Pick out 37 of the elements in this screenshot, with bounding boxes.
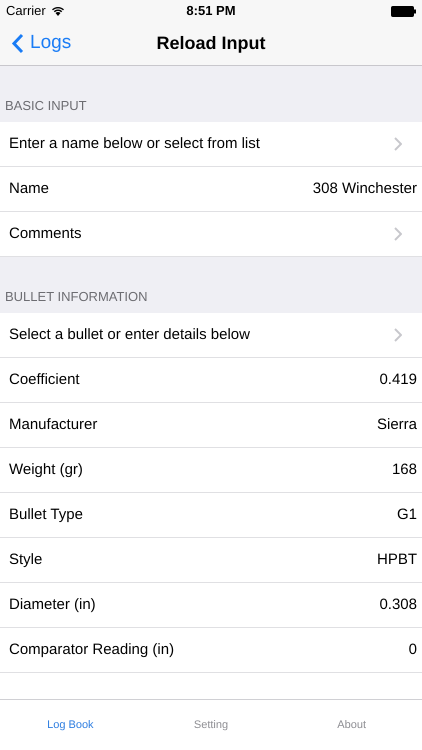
row-label: Weight (gr)	[9, 460, 84, 480]
row-label: Coefficient	[9, 370, 81, 390]
row-label: Manufacturer	[9, 414, 98, 435]
wifi-icon	[50, 6, 65, 16]
row-label: Select a bullet or enter details below	[9, 324, 251, 345]
chevron-icon	[394, 227, 402, 241]
row-value: Sierra	[376, 414, 417, 435]
battery-icon	[391, 6, 416, 16]
nav-title: Reload Input	[156, 32, 266, 55]
row-label: Comparator Reading (in)	[9, 640, 176, 660]
row-label: Style	[9, 550, 44, 570]
table-row[interactable]: Select a bullet or enter details below	[0, 313, 422, 358]
back-button[interactable]: Logs	[0, 29, 72, 58]
row-value: 308 Winchester	[312, 178, 417, 199]
carrier-label: Carrier	[6, 2, 46, 20]
table-row[interactable]: Comments	[0, 212, 422, 257]
row-value: 168	[392, 460, 417, 480]
row-label: Comments	[9, 224, 83, 244]
section-header: BASIC INPUT	[5, 96, 87, 114]
table-row[interactable]: Enter a name below or select from list	[0, 122, 422, 167]
chevron-icon	[394, 328, 402, 342]
status-time: 8:51 PM	[186, 2, 236, 20]
tab-bar-item[interactable]: Log Book	[47, 716, 94, 734]
chevron-icon	[394, 137, 402, 151]
row-value: G1	[396, 504, 417, 525]
row-value: 0.308	[379, 594, 417, 615]
tab-bar-item[interactable]: Setting	[194, 716, 228, 734]
back-chevron-icon	[12, 33, 24, 54]
row-value: 0.419	[379, 370, 417, 390]
row-label: Diameter (in)	[9, 594, 97, 615]
row-label: Enter a name below or select from list	[9, 134, 261, 154]
tab-bar-item[interactable]: About	[337, 716, 366, 734]
section-header: BULLET INFORMATION	[5, 288, 148, 306]
row-label: Name	[9, 178, 50, 199]
row-label: Bullet Type	[9, 504, 84, 525]
row-value: HPBT	[376, 550, 417, 570]
row-value: 0	[408, 640, 417, 660]
